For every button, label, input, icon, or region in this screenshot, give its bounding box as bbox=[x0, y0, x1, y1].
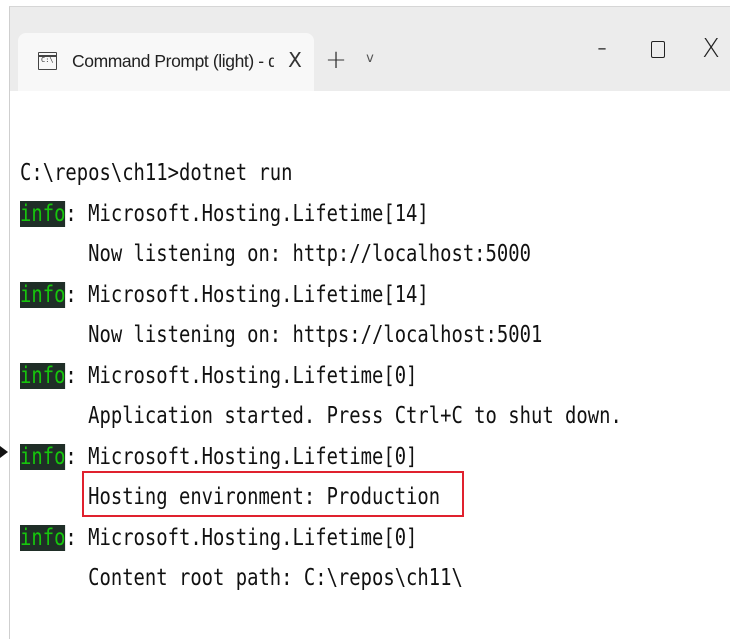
tab-command-prompt[interactable]: C:\ Command Prompt (light) - dot X bbox=[18, 33, 314, 91]
terminal-window: C:\ Command Prompt (light) - dot X + v –… bbox=[9, 6, 730, 639]
maximize-icon bbox=[651, 41, 665, 58]
log-source-line: info: Microsoft.Hosting.Lifetime[0] bbox=[20, 358, 417, 394]
minimize-button[interactable]: – bbox=[582, 29, 622, 69]
log-source: : Microsoft.Hosting.Lifetime[0] bbox=[65, 525, 418, 551]
prompt-line: C:\repos\ch11>dotnet run bbox=[20, 160, 293, 186]
log-message: Content root path: C:\repos\ch11\ bbox=[20, 565, 463, 591]
log-source: : Microsoft.Hosting.Lifetime[0] bbox=[65, 444, 418, 470]
log-source: : Microsoft.Hosting.Lifetime[14] bbox=[65, 282, 429, 308]
log-source-line: info: Microsoft.Hosting.Lifetime[0] bbox=[20, 520, 417, 556]
log-source-line: info: Microsoft.Hosting.Lifetime[0] bbox=[20, 439, 417, 475]
log-source-line: info: Microsoft.Hosting.Lifetime[14] bbox=[20, 196, 429, 232]
tab-close-icon[interactable]: X bbox=[284, 47, 306, 73]
log-source-line: info: Microsoft.Hosting.Lifetime[14] bbox=[20, 277, 429, 313]
info-badge: info bbox=[20, 201, 66, 227]
info-badge: info bbox=[20, 363, 66, 389]
chevron-down-icon[interactable]: v bbox=[362, 49, 378, 69]
info-badge: info bbox=[20, 444, 66, 470]
log-source: : Microsoft.Hosting.Lifetime[0] bbox=[65, 363, 418, 389]
info-badge: info bbox=[20, 525, 66, 551]
cmd-icon: C:\ bbox=[38, 52, 57, 70]
tab-title: Command Prompt (light) - dot bbox=[72, 51, 274, 71]
log-message: Now listening on: https://localhost:5001 bbox=[20, 322, 543, 348]
close-window-button[interactable]: X bbox=[691, 29, 730, 69]
log-message: Now listening on: http://localhost:5000 bbox=[20, 241, 531, 267]
log-message: Application started. Press Ctrl+C to shu… bbox=[20, 403, 622, 429]
log-source: : Microsoft.Hosting.Lifetime[14] bbox=[65, 201, 429, 227]
title-bar[interactable]: C:\ Command Prompt (light) - dot X + v –… bbox=[10, 7, 730, 91]
highlight-box bbox=[82, 471, 464, 517]
maximize-button[interactable] bbox=[638, 29, 678, 69]
terminal-output[interactable]: C:\repos\ch11>dotnet run info: Microsoft… bbox=[10, 91, 730, 639]
pointer-arrow-icon bbox=[0, 446, 8, 458]
info-badge: info bbox=[20, 282, 66, 308]
new-tab-button[interactable]: + bbox=[324, 47, 348, 73]
